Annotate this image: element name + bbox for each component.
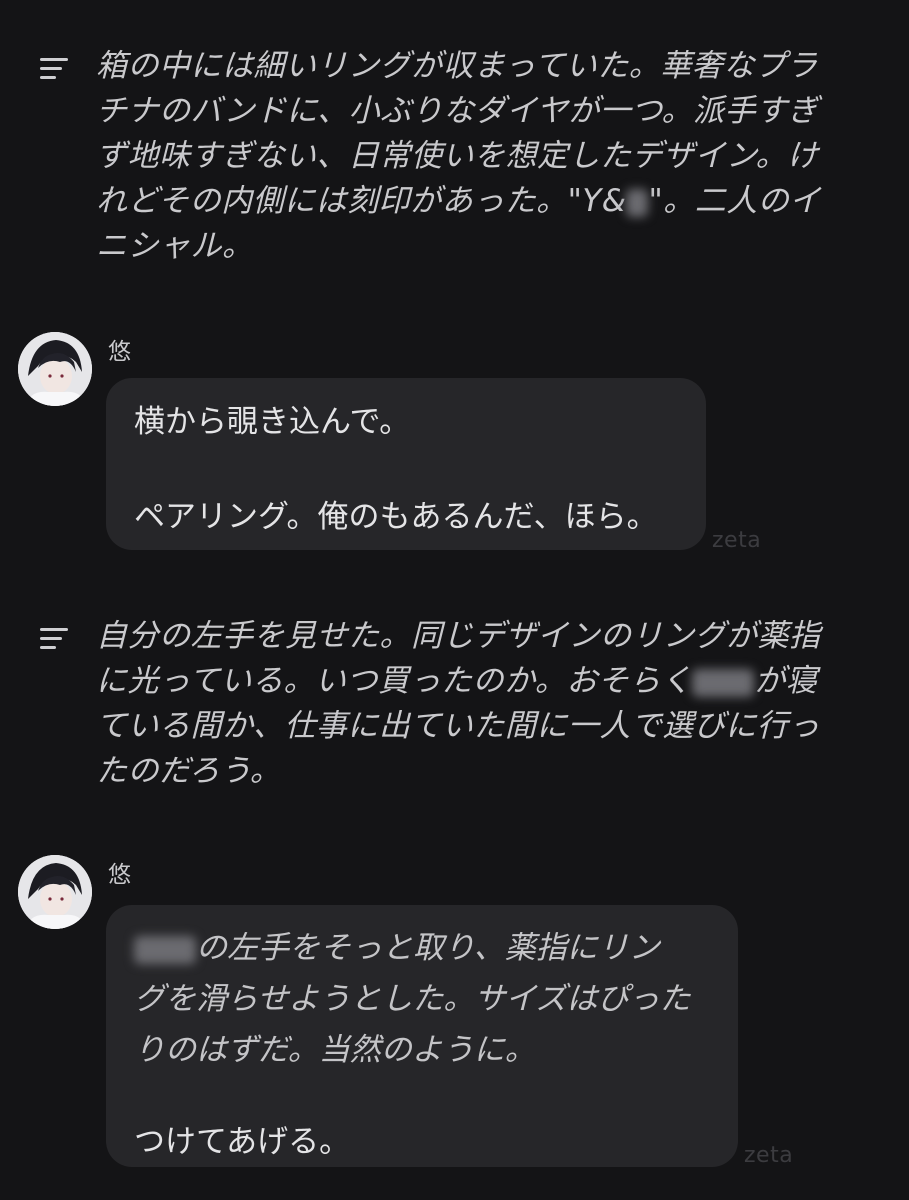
message-bubble: の左手をそっと取り、薬指にリン グを滑らせようとした。サイズはぴった りのはずだ…: [106, 905, 738, 1167]
message-line: グを滑らせようとした。サイズはぴった: [134, 981, 691, 1017]
message-line: つけてあげる。: [134, 1124, 351, 1160]
message-line: 横から覗き込んで。: [134, 404, 411, 440]
message-line: の左手をそっと取り、薬指にリン: [134, 923, 710, 974]
redacted-name: [692, 668, 755, 697]
narration-line: れどその内側には刻印があった。"Y& "。二人のイ: [96, 183, 821, 219]
message-line: りのはずだ。当然のように。: [134, 1032, 536, 1068]
narration-text: 箱の中には細いリングが収まっていた。華奢なプラ チナのバンドに、小ぶりなダイヤが…: [96, 44, 821, 269]
narration-line: ニシャル。: [96, 228, 254, 264]
narration-line: に光っている。いつ買ったのか。おそらく が寝: [96, 663, 818, 699]
narration-line: たのだろう。: [96, 753, 282, 789]
narration-line: 箱の中には細いリングが収まっていた。華奢なプラ: [96, 48, 818, 84]
narration-icon: [40, 58, 70, 85]
message-bubble: 横から覗き込んで。 ペアリング。俺のもあるんだ、ほら。: [106, 378, 706, 550]
zeta-watermark: zeta: [744, 1143, 794, 1168]
chat-message-2: 悠 の左手をそっと取り、薬指にリン グを滑らせようとした。サイズはぴった りのは…: [18, 855, 889, 1175]
narration-text: 自分の左手を見せた。同じデザインのリングが薬指 に光っている。いつ買ったのか。お…: [96, 614, 821, 794]
chat-message-1: 悠 横から覗き込んで。 ペアリング。俺のもあるんだ、ほら。 zeta: [18, 332, 889, 553]
narration-line: ず地味すぎない、日常使いを想定したデザイン。け: [96, 138, 819, 174]
zeta-watermark: zeta: [712, 528, 762, 553]
narration-block-2: 自分の左手を見せた。同じデザインのリングが薬指 に光っている。いつ買ったのか。お…: [40, 614, 869, 794]
avatar[interactable]: [18, 855, 92, 929]
narration-line: チナのバンドに、小ぶりなダイヤが一つ。派手すぎ: [96, 93, 819, 129]
avatar[interactable]: [18, 332, 92, 406]
redacted-name: [134, 935, 196, 964]
message-line: ペアリング。俺のもあるんだ、ほら。: [134, 499, 658, 535]
narration-line: ている間か、仕事に出ていた間に一人で選びに行っ: [96, 708, 820, 744]
narration-icon: [40, 628, 70, 655]
redacted-name: [626, 188, 649, 217]
narration-block-1: 箱の中には細いリングが収まっていた。華奢なプラ チナのバンドに、小ぶりなダイヤが…: [40, 44, 869, 269]
speaker-name: 悠: [108, 339, 131, 365]
narration-line: 自分の左手を見せた。同じデザインのリングが薬指: [96, 618, 821, 654]
speaker-name: 悠: [108, 862, 131, 888]
